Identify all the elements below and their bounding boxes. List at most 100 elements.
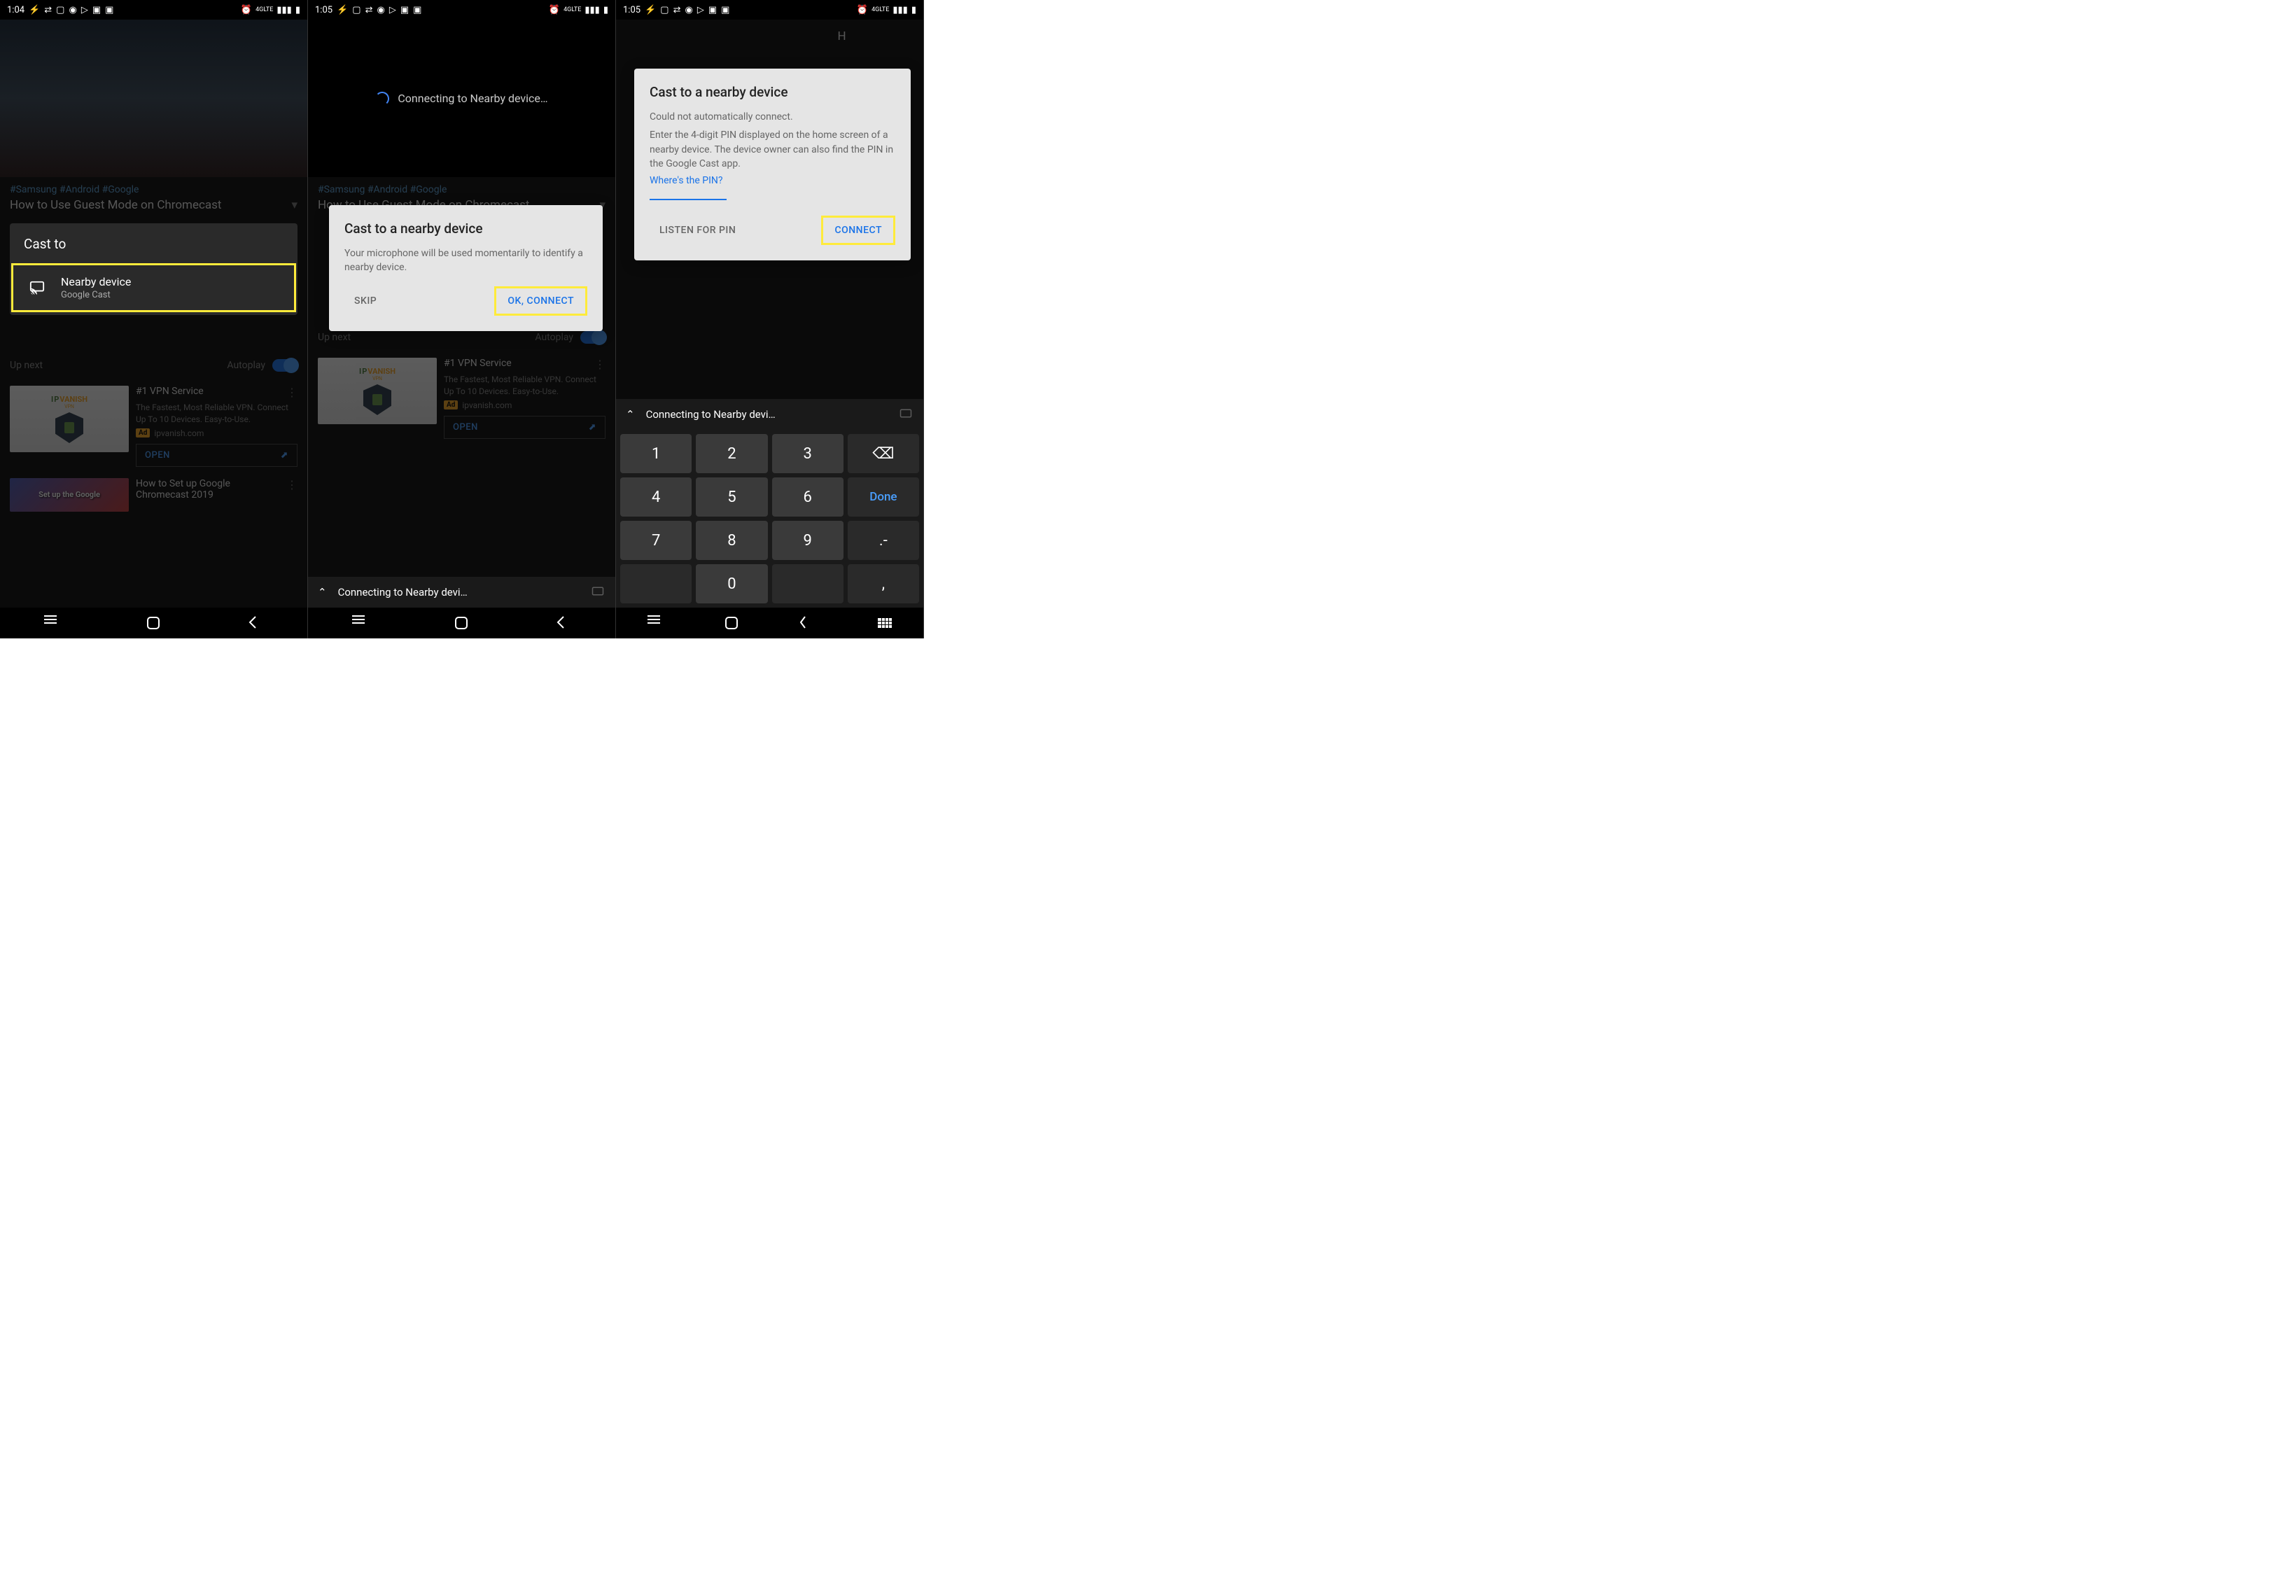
connect-button[interactable]: CONNECT bbox=[821, 216, 895, 245]
chevron-up-icon: ⌃ bbox=[626, 408, 635, 421]
phone-screenshot-3: 1:05 ⚡ ▢ ⇄ ◉ ▷ ▣ ▣ ⏰ 4GLTE ▮▮▮ ▮ How to … bbox=[616, 0, 924, 638]
back-button[interactable]: ⌄ bbox=[800, 615, 816, 631]
cast-icon bbox=[898, 408, 913, 421]
back-button[interactable] bbox=[248, 615, 263, 631]
network-icon: 4GLTE bbox=[872, 6, 889, 13]
navigation-bar bbox=[0, 608, 307, 638]
next-video-item[interactable]: Set up the Google How to Set up Google C… bbox=[0, 472, 307, 517]
numeric-keypad: 1 2 3 ⌫ 4 5 6 Done 7 8 9 .- 0 , bbox=[616, 430, 923, 608]
ad-open-button[interactable]: OPEN⬈ bbox=[444, 416, 606, 439]
key-2[interactable]: 2 bbox=[696, 434, 767, 473]
ad-title: #1 VPN Service bbox=[136, 386, 204, 399]
signal-icon: ▮▮▮ bbox=[276, 5, 291, 15]
connecting-text: Connecting to Nearby device… bbox=[398, 92, 547, 105]
key-5[interactable]: 5 bbox=[696, 477, 767, 517]
key-done[interactable]: Done bbox=[848, 477, 919, 517]
key-dot-dash[interactable]: .- bbox=[848, 521, 919, 560]
more-icon[interactable]: ⋮ bbox=[590, 358, 606, 371]
more-icon[interactable]: ⋮ bbox=[282, 478, 298, 491]
alarm-icon: ⏰ bbox=[857, 5, 868, 15]
cast-icon bbox=[590, 586, 606, 598]
ad-url: ipvanish.com bbox=[154, 428, 204, 438]
home-button[interactable] bbox=[725, 617, 738, 629]
network-icon: 4GLTE bbox=[255, 6, 273, 13]
connecting-bar-text: Connecting to Nearby devi… bbox=[646, 408, 887, 421]
layout-icon: ▣ bbox=[92, 5, 101, 15]
dialog-title: Cast to a nearby device bbox=[344, 220, 587, 237]
dialog-error: Could not automatically connect. bbox=[650, 110, 895, 124]
signal-icon: ▮▮▮ bbox=[584, 5, 599, 15]
layout-icon: ▣ bbox=[400, 5, 409, 15]
play-store-icon: ▷ bbox=[81, 5, 88, 15]
ad-card[interactable]: IPVANISH VPN #1 VPN Service⋮ The Fastest… bbox=[0, 380, 307, 472]
status-bar: 1:05 ⚡ ▢ ⇄ ◉ ▷ ▣ ▣ ⏰ 4GLTE ▮▮▮ ▮ bbox=[616, 0, 923, 20]
key-1[interactable]: 1 bbox=[620, 434, 692, 473]
key-4[interactable]: 4 bbox=[620, 477, 692, 517]
ad-card[interactable]: IPVANISH VPN #1 VPN Service⋮ The Fastest… bbox=[308, 352, 615, 444]
cast-icon bbox=[27, 280, 47, 295]
pin-input-underline[interactable] bbox=[650, 199, 727, 200]
key-6[interactable]: 6 bbox=[772, 477, 844, 517]
status-bar: 1:05 ⚡ ▢ ⇄ ◉ ▷ ▣ ▣ ⏰ 4GLTE ▮▮▮ ▮ bbox=[308, 0, 615, 20]
layout-icon: ▣ bbox=[721, 5, 729, 15]
recents-button[interactable] bbox=[648, 615, 663, 631]
sync-icon: ⇄ bbox=[365, 5, 373, 15]
ad-open-button[interactable]: OPEN⬈ bbox=[136, 444, 298, 467]
key-8[interactable]: 8 bbox=[696, 521, 767, 560]
home-button[interactable] bbox=[455, 617, 468, 629]
update-icon: ◉ bbox=[69, 5, 76, 15]
wheres-pin-link[interactable]: Where's the PIN? bbox=[650, 175, 895, 186]
cast-bottom-sheet: Cast to Nearby device Google Cast bbox=[10, 223, 298, 315]
battery-icon: ▮ bbox=[911, 5, 916, 15]
ad-description: The Fastest, Most Reliable VPN. Connect … bbox=[444, 374, 606, 398]
ad-title: #1 VPN Service bbox=[444, 358, 512, 371]
recents-button[interactable] bbox=[352, 615, 368, 631]
next-video-title: How to Set up Google Chromecast 2019 bbox=[136, 478, 275, 500]
network-icon: 4GLTE bbox=[564, 6, 581, 13]
connecting-bar[interactable]: ⌃ Connecting to Nearby devi… bbox=[308, 577, 615, 608]
video-player-connecting: Connecting to Nearby device… bbox=[308, 20, 615, 177]
key-3[interactable]: 3 bbox=[772, 434, 844, 473]
ok-connect-button[interactable]: OK, CONNECT bbox=[494, 286, 587, 316]
skip-button[interactable]: SKIP bbox=[344, 288, 386, 314]
battery-icon: ▮ bbox=[295, 5, 300, 15]
video-hashtags[interactable]: #Samsung #Android #Google bbox=[308, 177, 615, 198]
cast-device-item[interactable]: Nearby device Google Cast bbox=[11, 263, 296, 312]
connecting-bar[interactable]: ⌃ Connecting to Nearby devi… bbox=[616, 399, 923, 430]
upnext-header: Up next Autoplay bbox=[0, 351, 307, 380]
charging-icon: ⚡ bbox=[337, 5, 348, 15]
clock: 1:04 bbox=[7, 5, 24, 15]
key-7[interactable]: 7 bbox=[620, 521, 692, 560]
video-title-row[interactable]: How to Use Guest Mode on Chromecast ▾ bbox=[0, 198, 307, 218]
key-empty bbox=[620, 564, 692, 603]
key-empty bbox=[772, 564, 844, 603]
content-area: #Samsung #Android #Google How to Use Gue… bbox=[0, 177, 307, 608]
update-icon: ◉ bbox=[377, 5, 384, 15]
sync-icon: ⇄ bbox=[673, 5, 681, 15]
phone-screenshot-1: 1:04 ⚡ ⇄ ▢ ◉ ▷ ▣ ▣ ⏰ 4GLTE ▮▮▮ ▮ #Samsun… bbox=[0, 0, 308, 638]
key-comma[interactable]: , bbox=[848, 564, 919, 603]
ad-badge: Ad bbox=[136, 428, 150, 438]
listen-for-pin-button[interactable]: LISTEN FOR PIN bbox=[650, 218, 746, 243]
chevron-up-icon: ⌃ bbox=[318, 586, 327, 598]
key-backspace[interactable]: ⌫ bbox=[848, 434, 919, 473]
key-0[interactable]: 0 bbox=[696, 564, 767, 603]
recents-button[interactable] bbox=[44, 615, 59, 631]
autoplay-label: Autoplay bbox=[535, 332, 573, 343]
more-icon[interactable]: ⋮ bbox=[282, 386, 298, 399]
layout-icon: ▣ bbox=[413, 5, 421, 15]
video-hashtags[interactable]: #Samsung #Android #Google bbox=[0, 177, 307, 198]
play-store-icon: ▷ bbox=[697, 5, 704, 15]
ad-thumbnail: IPVANISH VPN bbox=[10, 386, 129, 452]
autoplay-toggle[interactable] bbox=[580, 331, 606, 344]
home-button[interactable] bbox=[147, 617, 160, 629]
pin-dialog: Cast to a nearby device Could not automa… bbox=[634, 69, 911, 260]
ad-badge: Ad bbox=[444, 400, 458, 410]
cast-device-name: Nearby device bbox=[61, 275, 131, 288]
back-button[interactable] bbox=[556, 615, 571, 631]
key-9[interactable]: 9 bbox=[772, 521, 844, 560]
autoplay-toggle[interactable] bbox=[272, 359, 298, 372]
dialog-title: Cast to a nearby device bbox=[650, 84, 895, 100]
dialog-instructions: Enter the 4-digit PIN displayed on the h… bbox=[650, 128, 895, 171]
keyboard-switch-button[interactable] bbox=[878, 618, 892, 628]
